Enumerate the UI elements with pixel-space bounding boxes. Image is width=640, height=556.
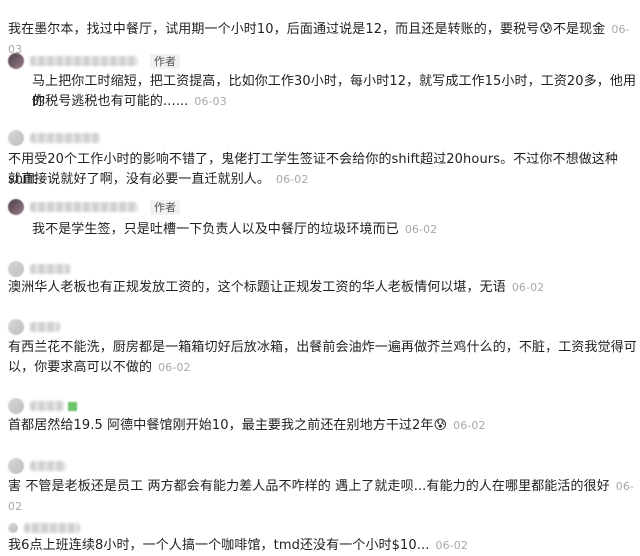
- avatar[interactable]: [8, 53, 24, 69]
- comment-text-line2: 以，你要求高可以不做的 06-02: [8, 360, 191, 375]
- reply-user-row: 作者: [8, 53, 180, 69]
- user-level-badge-icon: [68, 401, 77, 411]
- author-badge: 作者: [150, 53, 180, 69]
- username[interactable]: [30, 133, 100, 143]
- reply-text-line2: 的税号逃税也有可能的...... 06-03: [32, 94, 227, 109]
- comment-date: 06-03: [194, 95, 227, 108]
- author-badge: 作者: [150, 199, 180, 215]
- avatar[interactable]: [8, 130, 24, 146]
- username[interactable]: [30, 202, 138, 212]
- comment-user-row: [8, 458, 66, 474]
- reply-user-row: 作者: [8, 199, 180, 215]
- comment-date: 06-02: [276, 173, 309, 186]
- username[interactable]: [30, 264, 70, 274]
- comment-user-row: [8, 261, 70, 277]
- comment-date: 06-02: [511, 281, 545, 294]
- sweat-emoji-icon: 😰: [539, 22, 553, 37]
- username[interactable]: [24, 523, 80, 533]
- comment-text: 我6点上班连续8小时，一个人搞一个咖啡馆，tmd还没有一个小时$10... 06-…: [8, 538, 468, 553]
- comment-text: 澳洲华人老板也有正规发放工资的，这个标题让正规发工资的华人老板情何以堪，无语 06…: [8, 280, 545, 295]
- comment-date: 06-02: [435, 539, 468, 552]
- sweat-emoji-icon: 😰: [433, 418, 448, 433]
- avatar[interactable]: [8, 523, 18, 533]
- avatar[interactable]: [8, 319, 24, 335]
- avatar[interactable]: [8, 261, 24, 277]
- comment-user-row: [8, 319, 60, 335]
- comment-date: 06-02: [404, 223, 438, 236]
- avatar[interactable]: [8, 458, 24, 474]
- reply-text: 我不是学生签，只是吐槽一下负责人以及中餐厅的垃圾环境而已 06-02: [32, 222, 438, 237]
- username[interactable]: [30, 461, 66, 471]
- comment-date: 06-02: [158, 361, 191, 374]
- avatar[interactable]: [8, 398, 24, 414]
- username[interactable]: [30, 322, 60, 332]
- comment-user-row: [8, 398, 77, 414]
- comment-user-row: [8, 130, 100, 146]
- comment-user-row: [8, 520, 80, 536]
- comment-date: 06-02: [453, 419, 486, 432]
- username[interactable]: [30, 56, 138, 66]
- username[interactable]: [30, 401, 64, 411]
- comment-text: 有西兰花不能洗，厨房都是一箱箱切好后放冰箱，出餐前会油炸一遍再做芥兰鸡什么的，不…: [8, 340, 637, 355]
- comment-text: 害 不管是老板还是员工 两方都会有能力差人品不咋样的 遇上了就走呗...有能力的…: [8, 479, 635, 513]
- comment-text: 首都居然给19.5 阿德中餐馆刚开始10，最主要我之前还在别地方干过2年😰 06-…: [8, 416, 486, 436]
- avatar[interactable]: [8, 199, 24, 215]
- comment-text-line2: 就直接说就好了啊，没有必要一直迁就别人。 06-02: [8, 172, 309, 187]
